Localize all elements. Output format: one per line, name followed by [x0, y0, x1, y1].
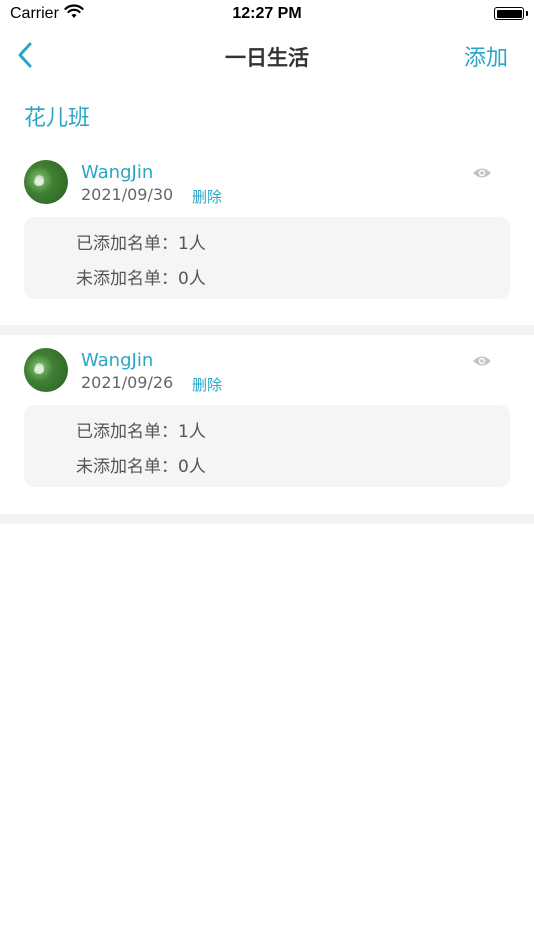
battery-icon	[494, 7, 528, 20]
avatar	[24, 348, 68, 392]
clock: 12:27 PM	[232, 5, 302, 22]
eye-icon[interactable]	[472, 354, 492, 368]
avatar	[24, 160, 68, 204]
status-bar: Carrier 12:27 PM	[0, 0, 534, 28]
delete-button[interactable]: 删除	[192, 374, 222, 395]
record-date: 2021/09/30	[81, 185, 174, 204]
record-card[interactable]: WangJin 2021/09/30 删除 已添加名单：1人 未添加名单：0人	[0, 160, 534, 305]
navigation-bar: 一日生活 添加	[0, 28, 534, 82]
class-name: 花儿班	[24, 106, 91, 131]
page-title: 一日生活	[225, 46, 309, 70]
separator	[0, 514, 534, 524]
not-added-list-count: 未添加名单：0人	[76, 269, 206, 289]
delete-button[interactable]: 删除	[192, 186, 222, 207]
separator	[0, 325, 534, 335]
add-button[interactable]: 添加	[464, 40, 508, 72]
not-added-list-count: 未添加名单：0人	[76, 457, 206, 477]
record-summary-box: 已添加名单：1人 未添加名单：0人	[24, 217, 510, 299]
added-list-count: 已添加名单：1人	[76, 234, 206, 254]
record-summary-box: 已添加名单：1人 未添加名单：0人	[24, 405, 510, 487]
author-name: WangJin	[81, 162, 154, 183]
added-list-count: 已添加名单：1人	[76, 422, 206, 442]
record-date: 2021/09/26	[81, 373, 174, 392]
author-name: WangJin	[81, 350, 154, 371]
record-card[interactable]: WangJin 2021/09/26 删除 已添加名单：1人 未添加名单：0人	[0, 348, 534, 493]
eye-icon[interactable]	[472, 166, 492, 180]
